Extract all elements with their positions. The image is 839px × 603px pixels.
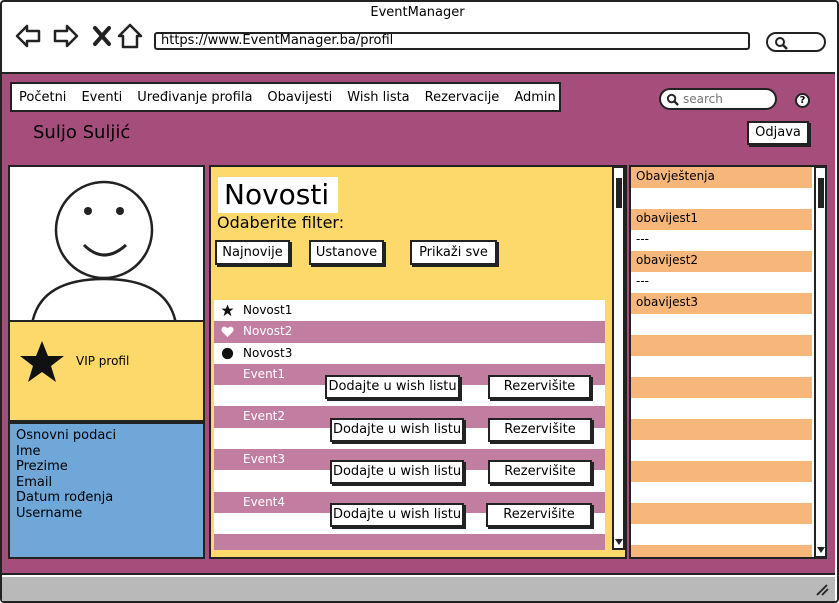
- notif-stripe: [631, 503, 812, 524]
- notif-stripe: [631, 314, 812, 335]
- menu-item-obavijesti[interactable]: Obavijesti: [267, 90, 332, 105]
- event-label: Event3: [243, 452, 286, 467]
- add-to-wishlist-button[interactable]: Dodajte u wish listu: [325, 375, 460, 400]
- avatar: [8, 165, 205, 322]
- notif-stripe: [631, 188, 812, 209]
- notifications-header: Obavještenja: [636, 169, 715, 183]
- page-title: Novosti: [218, 177, 338, 213]
- back-arrow-icon[interactable]: [14, 22, 42, 50]
- user-avatar-icon: [31, 180, 177, 320]
- list-item: [214, 534, 605, 550]
- heart-icon: [221, 326, 234, 338]
- user-name: Suljo Suljić: [33, 122, 131, 143]
- notif-stripe: [631, 419, 812, 440]
- scrollbar-thumb[interactable]: [616, 178, 622, 208]
- event-actions: Dodajte u wish listu Rezervišite: [214, 460, 605, 492]
- event-label: Event4: [243, 494, 286, 509]
- notif-stripe: [631, 230, 812, 251]
- news-list: Novost1 Novost2 Novost3 Event1 Dodajte u…: [214, 300, 605, 550]
- notif-stripe: [631, 482, 812, 503]
- forward-arrow-icon[interactable]: [52, 22, 80, 50]
- notif-stripe: [631, 335, 812, 356]
- notif-stripe: [631, 377, 812, 398]
- info-prezime: Prezime: [16, 459, 68, 475]
- notif-stripe: [631, 440, 812, 461]
- list-item[interactable]: Novost1: [214, 300, 605, 322]
- event-actions: Dodajte u wish listu Rezervišite: [214, 502, 605, 535]
- menu-item-admin[interactable]: Admin: [514, 90, 555, 105]
- event-label: Event1: [243, 366, 286, 381]
- search-icon: [666, 93, 679, 106]
- window-title: EventManager: [370, 5, 465, 20]
- filter-najnovije-button[interactable]: Najnovije: [215, 240, 290, 265]
- notification-separator: ---: [636, 274, 649, 288]
- url-bar[interactable]: https://www.EventManager.ba/profil: [154, 32, 750, 50]
- event-actions: Dodajte u wish listu Rezervišite: [214, 417, 605, 450]
- list-item[interactable]: Novost3: [214, 342, 605, 364]
- scroll-down-icon[interactable]: [615, 538, 623, 546]
- notif-stripe: [631, 272, 812, 293]
- add-to-wishlist-button[interactable]: Dodajte u wish listu: [330, 460, 464, 485]
- info-heading: Osnovni podaci: [16, 428, 117, 443]
- search-input[interactable]: [683, 92, 763, 106]
- notification-separator: ---: [636, 232, 649, 246]
- search-icon: [775, 37, 788, 50]
- menu-item-uredivanje-profila[interactable]: Uređivanje profila: [137, 90, 252, 105]
- notifications-scrollbar[interactable]: [814, 166, 827, 558]
- notif-stripe: [631, 524, 812, 545]
- notif-stripe: [631, 545, 812, 557]
- info-username: Username: [16, 505, 83, 521]
- add-to-wishlist-button[interactable]: Dodajte u wish listu: [330, 417, 464, 442]
- scrollbar-thumb[interactable]: [818, 178, 824, 208]
- list-item[interactable]: Novost2: [214, 321, 605, 343]
- notification-item[interactable]: obavijest1: [636, 211, 698, 225]
- profile-info: Osnovni podaci Ime Prezime Email Datum r…: [8, 422, 205, 559]
- resize-grip-icon[interactable]: [815, 584, 829, 596]
- home-icon[interactable]: [116, 22, 144, 50]
- menu-item-rezervacije[interactable]: Rezervacije: [425, 90, 500, 105]
- help-icon[interactable]: ?: [795, 93, 810, 108]
- info-ime: Ime: [16, 443, 41, 459]
- browser-search[interactable]: [766, 32, 826, 52]
- info-datum-rodenja: Datum rođenja: [16, 490, 114, 506]
- news-scrollbar[interactable]: [612, 166, 625, 550]
- news-item-label: Novost1: [243, 303, 293, 317]
- star-icon: [20, 341, 64, 382]
- filter-label: Odaberite filter:: [217, 213, 345, 232]
- vip-panel: VIP profil: [8, 322, 205, 422]
- news-item-label: Novost3: [243, 345, 293, 360]
- notification-item[interactable]: obavijest3: [636, 295, 698, 309]
- reserve-button[interactable]: Rezervišite: [488, 375, 591, 400]
- logout-button[interactable]: Odjava: [747, 121, 809, 145]
- vip-label: VIP profil: [76, 354, 130, 368]
- close-icon[interactable]: [90, 22, 118, 50]
- notification-item[interactable]: obavijest2: [636, 253, 698, 267]
- menu-item-pocetni[interactable]: Početni: [19, 90, 66, 105]
- main-menu: Početni Eventi Uređivanje profila Obavij…: [10, 82, 561, 112]
- filter-prikazi-sve-button[interactable]: Prikaži sve: [410, 240, 497, 265]
- status-bar: [2, 577, 835, 601]
- menu-item-wish-lista[interactable]: Wish lista: [347, 90, 409, 105]
- search-field[interactable]: [659, 88, 777, 110]
- event-label: Event2: [243, 409, 286, 424]
- news-item-label: Novost2: [243, 324, 293, 339]
- star-icon: [221, 304, 234, 317]
- menu-item-eventi[interactable]: Eventi: [81, 90, 122, 105]
- reserve-button[interactable]: Rezervišite: [488, 417, 592, 442]
- reserve-button[interactable]: Rezervišite: [486, 502, 592, 527]
- notif-stripe: [631, 356, 812, 377]
- notif-stripe: [631, 461, 812, 482]
- filter-ustanove-button[interactable]: Ustanove: [309, 240, 384, 265]
- notif-stripe: [631, 398, 812, 419]
- reserve-button[interactable]: Rezervišite: [488, 460, 592, 485]
- event-actions: Dodajte u wish listu Rezervišite: [214, 375, 605, 407]
- circle-icon: [221, 347, 234, 359]
- add-to-wishlist-button[interactable]: Dodajte u wish listu: [330, 502, 464, 527]
- info-email: Email: [16, 474, 53, 490]
- scroll-down-icon[interactable]: [817, 546, 825, 554]
